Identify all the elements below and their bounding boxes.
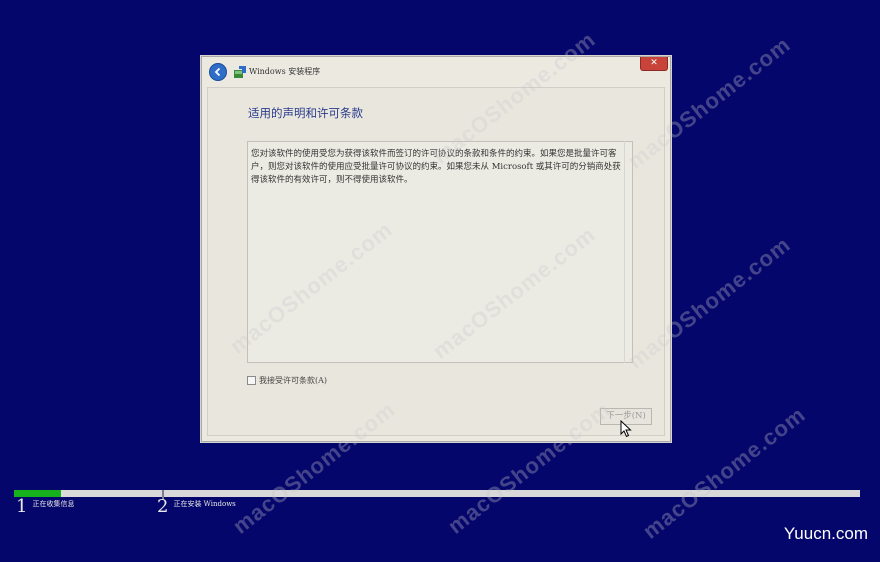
accept-license-checkbox[interactable]: 我接受许可条款(A) (247, 375, 327, 386)
install-progress-bar (14, 490, 860, 497)
content-panel: 适用的声明和许可条款 您对该软件的使用受您为获得该软件而签订的许可协议的条款和条… (207, 87, 665, 438)
license-text-area[interactable]: 您对该软件的使用受您为获得该软件而签订的许可协议的条款和条件的约束。如果您是批量… (247, 141, 633, 363)
step-label: 正在收集信息 (32, 500, 75, 508)
accept-license-label: 我接受许可条款(A) (259, 376, 328, 385)
step-label: 正在安装 Windows (173, 500, 236, 508)
step-installing-windows: 2 正在安装 Windows (157, 497, 236, 517)
step-collecting-info: 1 正在收集信息 (16, 497, 74, 517)
step-number: 1 (16, 496, 28, 517)
mouse-pointer-icon (620, 420, 632, 438)
close-icon[interactable]: ✕ (640, 57, 668, 71)
back-arrow-icon[interactable] (209, 63, 227, 81)
license-text: 您对该软件的使用受您为获得该软件而签订的许可协议的条款和条件的约束。如果您是批量… (251, 149, 621, 185)
step-number: 2 (157, 496, 169, 517)
windows-setup-icon (234, 66, 246, 78)
title-bar: Windows 安装程序 ✕ (202, 57, 670, 87)
page-title: 适用的声明和许可条款 (248, 106, 363, 120)
site-logo: Yuucn.com (783, 524, 868, 543)
setup-dialog: Windows 安装程序 ✕ 适用的声明和许可条款 您对该软件的使用受您为获得该… (201, 56, 671, 442)
checkbox-box[interactable] (247, 376, 256, 385)
window-title: Windows 安装程序 (249, 67, 321, 76)
